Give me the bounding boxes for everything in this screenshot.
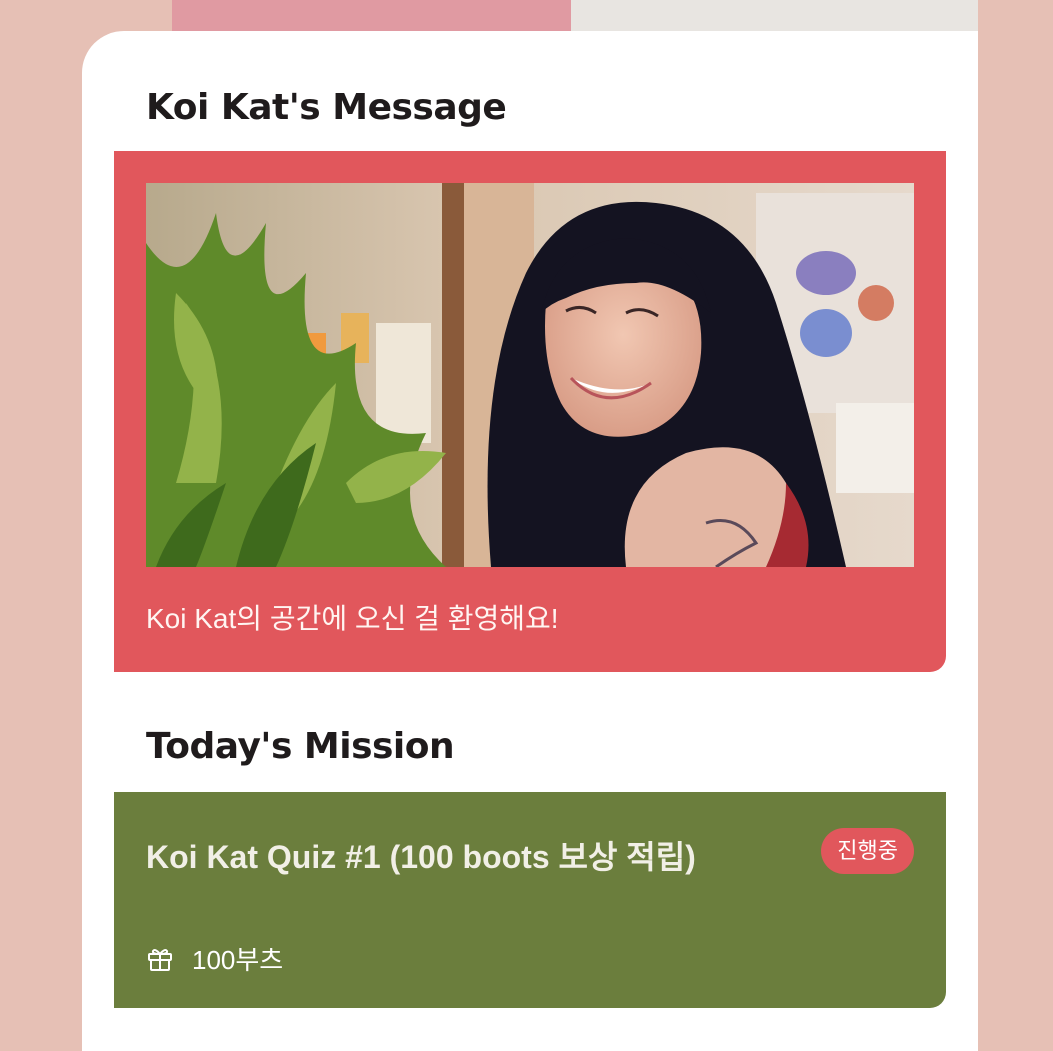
- content-card: Koi Kat's Message Koi Kat의 공간에 오신 걸 환영해요…: [82, 31, 978, 1051]
- status-badge: 진행중: [821, 828, 914, 874]
- top-decorative-strip: [172, 0, 978, 32]
- artist-photo-illustration: [146, 183, 914, 567]
- top-strip-grey-segment: [571, 0, 978, 32]
- message-panel: Koi Kat의 공간에 오신 걸 환영해요!: [114, 151, 946, 672]
- welcome-message: Koi Kat의 공간에 오신 걸 환영해요!: [146, 603, 559, 634]
- message-section-title: Koi Kat's Message: [146, 87, 507, 128]
- mission-title: Koi Kat Quiz #1 (100 boots 보상 적립): [146, 839, 696, 875]
- mission-reward: 100부츠: [146, 940, 283, 977]
- mission-card[interactable]: Koi Kat Quiz #1 (100 boots 보상 적립) 진행중 10…: [114, 792, 946, 1008]
- top-strip-pink-segment: [172, 0, 571, 32]
- artist-photo: [146, 183, 914, 567]
- gift-icon: [146, 945, 174, 973]
- reward-label: 100부츠: [192, 945, 284, 975]
- mission-section-title: Today's Mission: [146, 726, 455, 767]
